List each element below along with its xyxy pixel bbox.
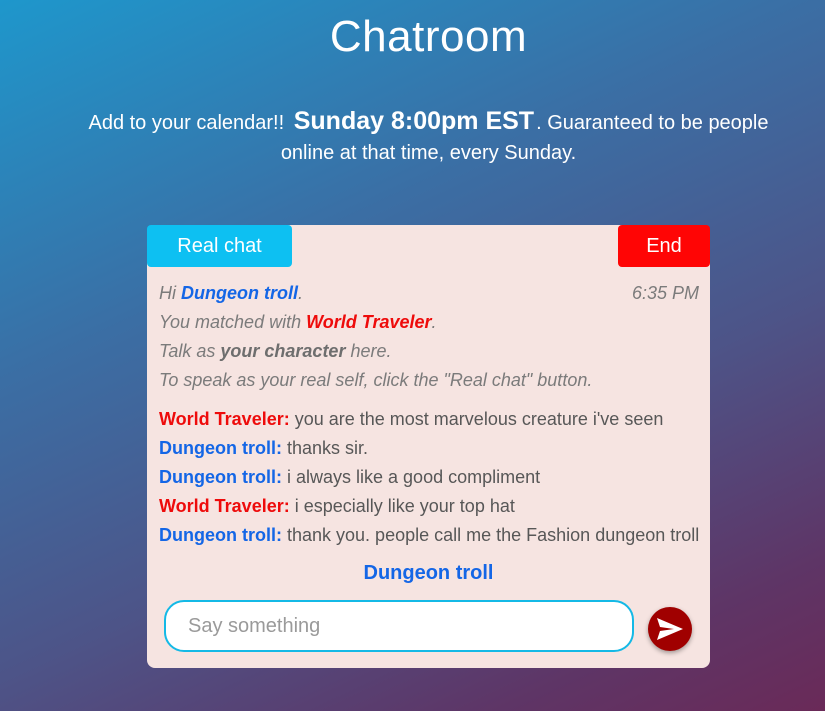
chat-panel: Real chat End 6:35 PM Hi Dungeon troll. … [147,225,710,668]
send-icon [657,618,683,640]
message-text: you are the most marvelous creature i've… [294,409,664,429]
matched-suffix: . [431,312,437,332]
chat-timestamp: 6:35 PM [631,283,699,303]
page-title: Chatroom [329,12,528,61]
talk-as-line: Talk as your character here. [159,337,699,366]
user-name: Dungeon troll [181,283,298,303]
greeting-line: Hi Dungeon troll. [159,279,699,308]
message-text: thank you. people call me the Fashion du… [287,525,700,545]
announcement-time: Sunday 8:00pm EST [293,107,535,135]
partner-name: World Traveler [306,312,432,332]
message-input[interactable] [164,600,634,652]
matched-prefix: You matched with [159,312,302,332]
real-chat-button[interactable]: Real chat [147,225,292,267]
message-text: i especially like your top hat [294,496,515,516]
message-sender: World Traveler: [159,496,290,516]
message-row: World Traveler: you are the most marvelo… [159,405,704,434]
message-row: Dungeon troll: thanks sir. [159,434,704,463]
send-button[interactable] [648,607,692,651]
message-text: i always like a good compliment [287,467,541,487]
announcement-suffix-line2: online at that time, every Sunday. [280,142,577,164]
announcement-suffix: . Guaranteed to be people [536,112,769,134]
message-row: World Traveler: i especially like your t… [159,492,704,521]
talk-emphasis: your character [220,341,346,361]
talk-prefix: Talk as [159,341,216,361]
message-sender: Dungeon troll: [159,438,282,458]
message-text: thanks sir. [287,438,369,458]
announcement-prefix: Add to your calendar!! [88,112,285,134]
message-sender: World Traveler: [159,409,290,429]
speaking-as-name: Dungeon troll [363,562,494,584]
real-self-hint: To speak as your real self, click the "R… [159,370,593,390]
end-chat-button[interactable]: End [618,225,710,267]
talk-suffix: here. [350,341,392,361]
message-list: World Traveler: you are the most marvelo… [159,405,704,550]
greeting-prefix: Hi [159,283,176,303]
message-row: Dungeon troll: i always like a good comp… [159,463,704,492]
system-messages: 6:35 PM Hi Dungeon troll. You matched wi… [159,279,699,395]
message-sender: Dungeon troll: [159,525,282,545]
message-sender: Dungeon troll: [159,467,282,487]
message-row: Dungeon troll: thank you. people call me… [159,521,704,550]
matched-line: You matched with World Traveler. [159,308,699,337]
schedule-announcement: Add to your calendar!! Sunday 8:00pm EST… [70,106,787,168]
greeting-suffix: . [298,283,304,303]
